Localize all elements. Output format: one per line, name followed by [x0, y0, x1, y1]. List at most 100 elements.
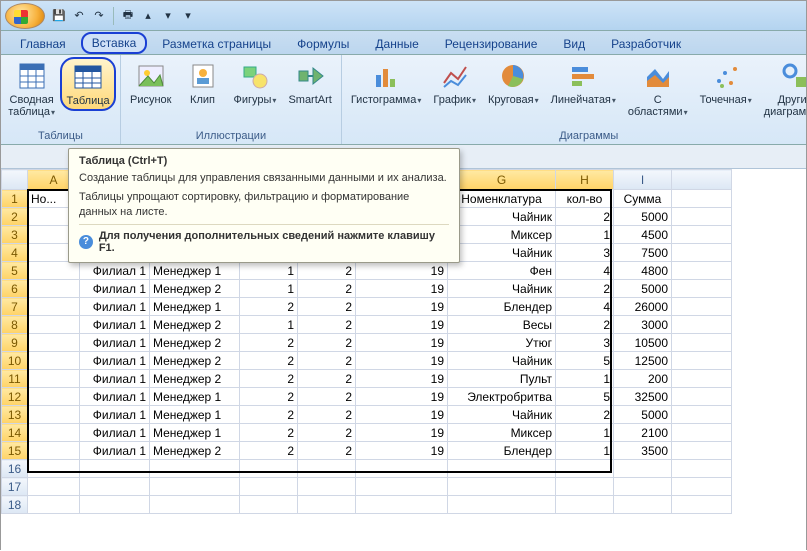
cell[interactable]: 3000: [614, 316, 672, 334]
cell[interactable]: 2: [298, 352, 356, 370]
cell[interactable]: 4: [556, 262, 614, 280]
cell[interactable]: Менеджер 1: [150, 388, 240, 406]
cell[interactable]: [672, 262, 732, 280]
cell[interactable]: Чайник: [448, 244, 556, 262]
cell[interactable]: 2: [298, 298, 356, 316]
colhead-H[interactable]: H: [556, 170, 614, 190]
cell[interactable]: 200: [614, 370, 672, 388]
cell[interactable]: Пульт: [448, 370, 556, 388]
rowhead[interactable]: 3: [2, 226, 28, 244]
cell[interactable]: 2: [240, 442, 298, 460]
cell[interactable]: [28, 388, 80, 406]
cell[interactable]: 2: [240, 388, 298, 406]
cell[interactable]: 32500: [614, 388, 672, 406]
cell[interactable]: Весы: [448, 316, 556, 334]
cell[interactable]: Чайник: [448, 280, 556, 298]
cell[interactable]: кол-во: [556, 190, 614, 208]
cell[interactable]: [672, 406, 732, 424]
cell[interactable]: [672, 478, 732, 496]
cell[interactable]: [556, 460, 614, 478]
rowhead[interactable]: 13: [2, 406, 28, 424]
cell[interactable]: Менеджер 2: [150, 334, 240, 352]
cell[interactable]: 5000: [614, 406, 672, 424]
other-charts-button[interactable]: Другие диаграммы: [759, 57, 807, 121]
table-row[interactable]: 17: [2, 478, 732, 496]
cell[interactable]: [448, 496, 556, 514]
cell[interactable]: Менеджер 2: [150, 316, 240, 334]
rowhead[interactable]: 14: [2, 424, 28, 442]
table-row[interactable]: 5Филиал 1Менеджер 11219Фен44800: [2, 262, 732, 280]
cell[interactable]: [614, 460, 672, 478]
cell[interactable]: [240, 460, 298, 478]
cell[interactable]: 4: [556, 298, 614, 316]
shapes-button[interactable]: Фигуры: [229, 57, 282, 109]
cell[interactable]: 2100: [614, 424, 672, 442]
cell[interactable]: [28, 316, 80, 334]
cell[interactable]: 2: [240, 298, 298, 316]
cell[interactable]: Менеджер 2: [150, 442, 240, 460]
cell[interactable]: Утюг: [448, 334, 556, 352]
cell[interactable]: 2: [240, 406, 298, 424]
scatter-chart-button[interactable]: Точечная: [695, 57, 757, 109]
cell[interactable]: [672, 298, 732, 316]
cell[interactable]: [150, 496, 240, 514]
cell[interactable]: 2: [240, 352, 298, 370]
cell[interactable]: 12500: [614, 352, 672, 370]
cell[interactable]: 1: [240, 316, 298, 334]
cell[interactable]: Филиал 1: [80, 442, 150, 460]
table-row[interactable]: 8Филиал 1Менеджер 21219Весы23000: [2, 316, 732, 334]
cell[interactable]: 2: [556, 208, 614, 226]
colhead-J[interactable]: [672, 170, 732, 190]
cell[interactable]: Сумма: [614, 190, 672, 208]
rowhead[interactable]: 11: [2, 370, 28, 388]
tab-dev[interactable]: Разработчик: [600, 33, 692, 54]
cell[interactable]: Филиал 1: [80, 280, 150, 298]
area-chart-button[interactable]: С областями: [623, 57, 693, 121]
cell[interactable]: 2: [298, 262, 356, 280]
cell[interactable]: 7500: [614, 244, 672, 262]
table-row[interactable]: 15Филиал 1Менеджер 22219Блендер13500: [2, 442, 732, 460]
sort-desc-icon[interactable]: ▾: [160, 8, 176, 24]
cell[interactable]: 5000: [614, 280, 672, 298]
rowhead[interactable]: 12: [2, 388, 28, 406]
cell[interactable]: 4500: [614, 226, 672, 244]
cell[interactable]: 1: [556, 226, 614, 244]
cell[interactable]: Менеджер 2: [150, 370, 240, 388]
cell[interactable]: 2: [298, 280, 356, 298]
cell[interactable]: [672, 226, 732, 244]
bar-chart-button[interactable]: Линейчатая: [546, 57, 621, 109]
cell[interactable]: [28, 334, 80, 352]
cell[interactable]: Филиал 1: [80, 316, 150, 334]
smartart-button[interactable]: SmartArt: [283, 57, 336, 109]
cell[interactable]: 5: [556, 388, 614, 406]
cell[interactable]: [80, 478, 150, 496]
cell[interactable]: 2: [556, 406, 614, 424]
cell[interactable]: Чайник: [448, 406, 556, 424]
cell[interactable]: Миксер: [448, 226, 556, 244]
rowhead[interactable]: 16: [2, 460, 28, 478]
cell[interactable]: [672, 352, 732, 370]
qat-more-icon[interactable]: ▾: [180, 8, 196, 24]
cell[interactable]: [672, 388, 732, 406]
tab-view[interactable]: Вид: [552, 33, 596, 54]
rowhead[interactable]: 4: [2, 244, 28, 262]
cell[interactable]: [556, 496, 614, 514]
cell[interactable]: 2: [298, 424, 356, 442]
cell[interactable]: 10500: [614, 334, 672, 352]
print-icon[interactable]: 🖶: [120, 8, 136, 24]
rowhead[interactable]: 2: [2, 208, 28, 226]
cell[interactable]: Менеджер 1: [150, 406, 240, 424]
cell[interactable]: [28, 298, 80, 316]
cell[interactable]: Блендер: [448, 442, 556, 460]
cell[interactable]: [672, 424, 732, 442]
cell[interactable]: 3: [556, 334, 614, 352]
cell[interactable]: Блендер: [448, 298, 556, 316]
cell[interactable]: 2: [298, 406, 356, 424]
office-button[interactable]: [5, 3, 45, 29]
redo-icon[interactable]: ↷: [91, 8, 107, 24]
cell[interactable]: [356, 460, 448, 478]
rowhead[interactable]: 7: [2, 298, 28, 316]
table-row[interactable]: 10Филиал 1Менеджер 22219Чайник512500: [2, 352, 732, 370]
save-icon[interactable]: 💾: [51, 8, 67, 24]
cell[interactable]: 19: [356, 316, 448, 334]
